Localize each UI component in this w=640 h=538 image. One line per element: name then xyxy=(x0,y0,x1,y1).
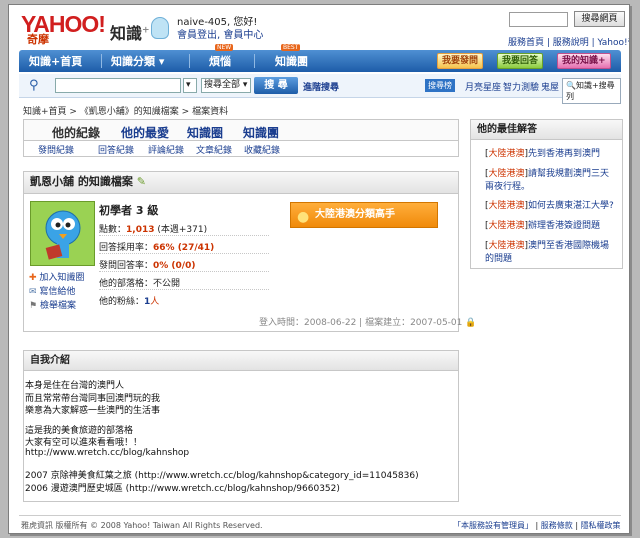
nav-groups[interactable]: 知識團 xyxy=(275,53,308,69)
nav-home[interactable]: 知識+首頁 xyxy=(29,53,82,69)
search-toolbar-link[interactable]: 🔍知識+搜尋列 xyxy=(562,78,621,104)
search-history-dropdown[interactable]: ▾ xyxy=(183,78,197,93)
my-knowledge-button[interactable]: 我的知識+ xyxy=(557,53,611,69)
main-nav: 知識+首頁 知識分類 ▾ 煩惱 NEW 知識團 BEST 我要發問 我要回答 我… xyxy=(19,44,621,72)
profile-title: 凱恩小舖 的知識檔案 ✎ xyxy=(24,172,458,194)
user-level: 初學者 3 級 xyxy=(99,204,159,217)
greeting-text: naive-405, 您好! xyxy=(177,17,258,28)
tab-favorites[interactable]: 他的最愛 xyxy=(121,124,169,141)
points-row: 點數：1,013 (本週+371) xyxy=(99,225,208,235)
footer-link-privacy[interactable]: 隱私權政策 xyxy=(581,521,621,530)
advanced-search-link[interactable]: 進階搜尋 xyxy=(303,80,339,93)
mail-icon: ✉ xyxy=(29,287,37,297)
intro-line: 2006 漫遊澳門歷史城區 (http://www.wretch.cc/blog… xyxy=(25,484,340,494)
intro-line: 大家有空可以進來看看哦！！ xyxy=(25,438,143,448)
intro-title: 自我介紹 xyxy=(24,351,458,371)
join-circle-link[interactable]: ✚ 加入知識圈 xyxy=(29,270,84,283)
plus-icon: ✚ xyxy=(29,273,37,283)
search-bar: ⚲ ▾ 搜尋全部 ▾ 搜 尋 進階搜尋 搜尋榜 月亮星座 智力測驗 鬼屋 🔍知識… xyxy=(19,74,621,104)
footer-link-terms[interactable]: 服務條款 xyxy=(541,521,573,530)
yahoo-logo[interactable]: YAHOO! 奇摩 xyxy=(21,13,106,46)
subtab-comments[interactable]: 評論紀錄 xyxy=(148,143,184,156)
subtab-collections[interactable]: 收藏紀錄 xyxy=(244,143,280,156)
profile-dates: 登入時間：2008-06-22 | 檔案建立：2007-05-01 🔒 xyxy=(259,318,477,328)
lightbulb-icon xyxy=(151,17,169,39)
subtab-questions[interactable]: 發問紀錄 xyxy=(38,143,74,156)
question-rate-row: 發問回答率：0% (0/0) xyxy=(99,261,196,271)
top-links[interactable]: 服務首頁 | 服務說明 | Yahoo!奇摩 xyxy=(508,35,629,48)
search-scope-select[interactable]: 搜尋全部 ▾ xyxy=(201,78,251,93)
hot-link-2[interactable]: 智力測驗 xyxy=(503,80,539,93)
page-frame: YAHOO! 奇摩 知識+ naive-405, 您好! 會員登出, 會員中心 搜… xyxy=(8,4,630,534)
adopt-rate-row: 回答採用率：66% (27/41) xyxy=(99,243,215,253)
web-search-button[interactable]: 搜尋網頁 xyxy=(574,11,625,27)
avatar xyxy=(30,201,95,266)
profile-tabs: 他的紀錄 他的最愛 知識圈 知識團 xyxy=(23,119,459,141)
nav-categories[interactable]: 知識分類 ▾ xyxy=(111,53,164,69)
report-link[interactable]: ⚑ 檢舉檔案 xyxy=(29,298,76,311)
search-button[interactable]: 搜 尋 xyxy=(254,77,298,94)
ask-button[interactable]: 我要發問 xyxy=(437,53,484,69)
lock-icon: 🔒 xyxy=(465,318,477,328)
intro-link[interactable]: http://www.wretch.cc/blog/kahnshop xyxy=(25,448,189,458)
list-item[interactable]: [大陸港澳]如何去廣東湛江大學? xyxy=(485,200,615,213)
tab-records[interactable]: 他的紀錄 xyxy=(52,124,100,141)
member-links[interactable]: 會員登出, 會員中心 xyxy=(177,30,263,41)
hot-search-label: 搜尋榜 xyxy=(425,79,455,92)
magnifier-icon: ⚲ xyxy=(29,78,39,93)
product-name: 知識+ xyxy=(110,24,150,43)
footer-link-admin[interactable]: 「本服務設有管理員」 xyxy=(453,521,533,530)
subtab-answers[interactable]: 回答紀錄 xyxy=(98,143,134,156)
expert-badge: ● 大陸港澳分類高手 xyxy=(290,202,438,228)
intro-line: 樂意為大家解惑一些澳門的生活事 xyxy=(25,406,161,416)
breadcrumb: 知識+首頁 > 《凱恩小舖》的知識檔案 > 檔案資料 xyxy=(23,107,229,117)
best-answers-title: 他的最佳解答 xyxy=(471,120,622,140)
search-input[interactable] xyxy=(55,78,181,93)
tab-group[interactable]: 知識團 xyxy=(243,124,279,141)
subtab-articles[interactable]: 文章紀錄 xyxy=(196,143,232,156)
copyright: 雅虎資訊 版權所有 © 2008 Yahoo! Taiwan All Right… xyxy=(21,521,263,530)
blog-row: 他的部落格：不公開 xyxy=(99,279,181,289)
medal-icon: ● xyxy=(297,209,310,225)
intro-line: 2007 京除神美食紅葉之旅 (http://www.wretch.cc/blo… xyxy=(25,471,419,481)
fans-row: 他的粉絲：1人 xyxy=(99,297,160,307)
list-item[interactable]: [大陸港澳]澳門至香港國際機場的問題 xyxy=(485,240,615,266)
answer-button[interactable]: 我要回答 xyxy=(497,53,544,69)
hot-link-1[interactable]: 月亮星座 xyxy=(465,80,501,93)
tab-circle[interactable]: 知識圈 xyxy=(187,124,223,141)
sub-tabs: 發問紀錄 回答紀錄 評論紀錄 文章紀錄 收藏紀錄 xyxy=(23,141,459,157)
mail-link[interactable]: ✉ 寫信給他 xyxy=(29,284,75,297)
list-item[interactable]: [大陸港澳]先到香港再到澳門 xyxy=(485,148,615,161)
nav-worries[interactable]: 煩惱 xyxy=(209,53,231,69)
best-badge: BEST xyxy=(281,44,301,51)
footer-links: 「本服務設有管理員」 | 服務條款 | 隱私權政策 xyxy=(453,521,621,530)
intro-line: 本身是住在台灣的澳門人 xyxy=(25,381,125,391)
list-item[interactable]: [大陸港澳]辦理香港簽證問題 xyxy=(485,220,615,233)
flag-icon: ⚑ xyxy=(29,301,38,311)
hot-link-3[interactable]: 鬼屋 xyxy=(541,80,559,93)
web-search-input[interactable] xyxy=(509,12,568,27)
new-badge: NEW xyxy=(215,44,234,51)
list-item[interactable]: [大陸港澳]請幫我規劃澳門三天兩夜行程。 xyxy=(485,168,615,194)
footer-divider xyxy=(19,515,621,516)
user-greeting: naive-405, 您好! 會員登出, 會員中心 xyxy=(177,16,263,42)
